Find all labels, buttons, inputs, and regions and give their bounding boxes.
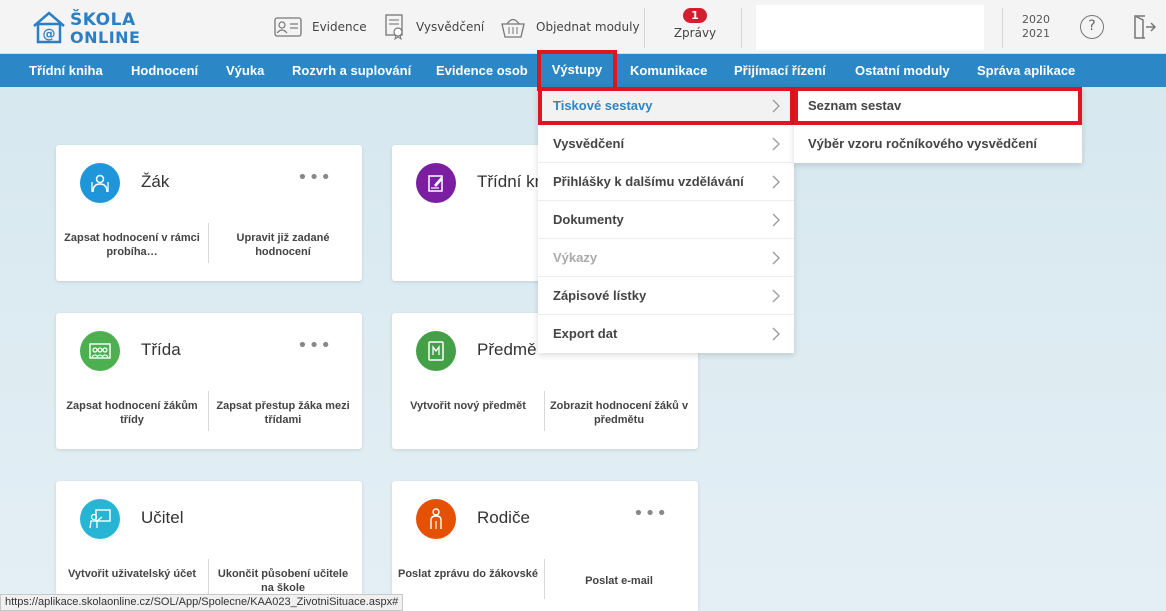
- card-zak: Žák ••• Zapsat hodnocení v rámci probíha…: [56, 145, 362, 281]
- classroom-icon: [80, 331, 120, 371]
- logo-text-skola: ŠKOLA: [70, 10, 136, 30]
- teacher-icon: [80, 499, 120, 539]
- chevron-right-icon: [772, 137, 780, 151]
- card-trida: Třída ••• Zapsat hodnocení žákům třídy Z…: [56, 313, 362, 449]
- logo-text-online: ONLINE: [70, 28, 141, 47]
- top-header: @ ŠKOLA ONLINE Evidence Vysvědčení Objed…: [0, 0, 1166, 54]
- student-icon: [80, 163, 120, 203]
- dropdown-item-label: Export dat: [553, 326, 618, 341]
- dropdown-item-label: Přihlášky k dalšímu vzdělávání: [553, 174, 744, 189]
- nav-evidence-osob[interactable]: Evidence osob: [436, 54, 528, 87]
- card-action-link[interactable]: Upravit již zadané hodnocení: [213, 231, 353, 259]
- subject-icon: [416, 331, 456, 371]
- class-book-icon: [416, 163, 456, 203]
- parents-icon: [416, 499, 456, 539]
- more-options-icon[interactable]: •••: [297, 167, 332, 188]
- dropdown-item-dokumenty[interactable]: Dokumenty: [538, 201, 794, 239]
- dropdown-item-export-dat[interactable]: Export dat: [538, 315, 794, 353]
- card-action-link[interactable]: Vytvořit uživatelský účet: [62, 567, 202, 581]
- card-action-link[interactable]: Poslat e-mail: [549, 574, 689, 588]
- nav-komunikace[interactable]: Komunikace: [630, 54, 707, 87]
- unread-badge: 1: [683, 8, 707, 23]
- dropdown-item-label: Zápisové lístky: [553, 288, 647, 303]
- objednat-moduly-button[interactable]: Objednat moduly: [500, 0, 640, 54]
- zpravy-button[interactable]: 1 Zprávy: [672, 8, 718, 40]
- nav-tridni-kniha[interactable]: Třídní kniha: [29, 54, 103, 87]
- school-year-selector[interactable]: 2020 2021: [1022, 13, 1050, 41]
- chevron-right-icon: [772, 213, 780, 227]
- card-divider: [544, 391, 545, 431]
- objednat-moduly-label: Objednat moduly: [536, 20, 640, 34]
- card-title: Žák: [141, 172, 170, 191]
- card-divider: [208, 223, 209, 263]
- submenu-item-vyber-vzoru[interactable]: Výběr vzoru ročníkového vysvědčení: [794, 125, 1082, 163]
- header-divider: [741, 8, 742, 48]
- dropdown-item-vykazy[interactable]: Výkazy: [538, 239, 794, 277]
- card-ucitel: Učitel Vytvořit uživatelský účet Ukončit…: [56, 481, 362, 611]
- vysvedceni-button[interactable]: Vysvědčení: [384, 0, 484, 54]
- chevron-right-icon: [772, 99, 780, 113]
- card-rodice: Rodiče ••• Poslat zprávu do žákovské Pos…: [392, 481, 698, 611]
- card-action-link[interactable]: Poslat zprávu do žákovské: [398, 567, 538, 581]
- card-divider: [208, 559, 209, 599]
- evidence-label: Evidence: [312, 20, 367, 34]
- chevron-right-icon: [772, 289, 780, 303]
- chevron-right-icon: [772, 251, 780, 265]
- header-divider: [644, 8, 645, 48]
- card-title: Učitel: [141, 508, 184, 527]
- tiskove-sestavy-submenu: Seznam sestav Výběr vzoru ročníkového vy…: [794, 87, 1082, 163]
- header-search-input[interactable]: [756, 5, 984, 50]
- card-divider: [544, 559, 545, 599]
- help-icon[interactable]: ?: [1080, 15, 1104, 39]
- vystupy-dropdown: Tiskové sestavy Vysvědčení Přihlášky k d…: [538, 87, 794, 353]
- more-options-icon[interactable]: •••: [633, 503, 668, 524]
- card-title: Třída: [141, 340, 181, 359]
- year-start: 2020: [1022, 13, 1050, 26]
- nav-ostatni-moduly[interactable]: Ostatní moduly: [855, 54, 950, 87]
- dropdown-item-vysvedceni[interactable]: Vysvědčení: [538, 125, 794, 163]
- card-action-link[interactable]: Zapsat přestup žáka mezi třídami: [213, 399, 353, 427]
- svg-text:@: @: [43, 27, 56, 42]
- nav-vyuka[interactable]: Výuka: [226, 54, 264, 87]
- basket-icon: [501, 18, 525, 38]
- submenu-item-seznam-sestav[interactable]: Seznam sestav: [794, 87, 1082, 125]
- main-nav: Třídní kniha Hodnocení Výuka Rozvrh a su…: [0, 50, 1166, 91]
- nav-sprava-aplikace[interactable]: Správa aplikace: [977, 54, 1075, 87]
- card-title: Rodiče: [477, 508, 530, 527]
- dropdown-item-label: Dokumenty: [553, 212, 624, 227]
- card-action-link[interactable]: Zapsat hodnocení žákům třídy: [62, 399, 202, 427]
- evidence-button[interactable]: Evidence: [274, 0, 367, 54]
- dropdown-item-tiskove-sestavy[interactable]: Tiskové sestavy: [538, 87, 794, 125]
- card-action-link[interactable]: Zapsat hodnocení v rámci probíha…: [62, 231, 202, 259]
- nav-vystupy[interactable]: Výstupy: [537, 50, 617, 91]
- card-action-link[interactable]: Vytvořit nový předmět: [398, 399, 538, 413]
- skola-online-logo[interactable]: @ ŠKOLA ONLINE: [31, 9, 141, 47]
- id-card-icon: [274, 17, 302, 37]
- dropdown-item-zapisove-listky[interactable]: Zápisové lístky: [538, 277, 794, 315]
- dropdown-item-label: Tiskové sestavy: [553, 98, 653, 113]
- browser-status-url: https://aplikace.skolaonline.cz/SOL/App/…: [0, 594, 404, 611]
- dropdown-item-label: Vysvědčení: [553, 136, 625, 151]
- chevron-right-icon: [772, 327, 780, 341]
- dropdown-item-label: Výkazy: [553, 250, 598, 265]
- nav-rozvrh[interactable]: Rozvrh a suplování: [292, 54, 411, 87]
- card-divider: [208, 391, 209, 431]
- nav-prijimaci-rizeni[interactable]: Přijímací řízení: [734, 54, 826, 87]
- chevron-right-icon: [772, 175, 780, 189]
- header-divider: [1002, 8, 1003, 48]
- zpravy-label: Zprávy: [673, 26, 717, 40]
- vysvedceni-label: Vysvědčení: [416, 20, 485, 34]
- certificate-icon: [385, 14, 403, 40]
- house-at-icon: @: [33, 11, 65, 44]
- card-action-link[interactable]: Ukončit působení učitele na škole: [213, 567, 353, 595]
- card-title: Třídní kn: [477, 172, 545, 191]
- nav-hodnoceni[interactable]: Hodnocení: [131, 54, 198, 87]
- more-options-icon[interactable]: •••: [297, 335, 332, 356]
- dropdown-item-prihlasky[interactable]: Přihlášky k dalšímu vzdělávání: [538, 163, 794, 201]
- logout-icon[interactable]: [1131, 14, 1157, 40]
- card-action-link[interactable]: Zobrazit hodnocení žáků v předmětu: [549, 399, 689, 427]
- year-end: 2021: [1022, 27, 1050, 40]
- card-title: Předmě: [477, 340, 537, 359]
